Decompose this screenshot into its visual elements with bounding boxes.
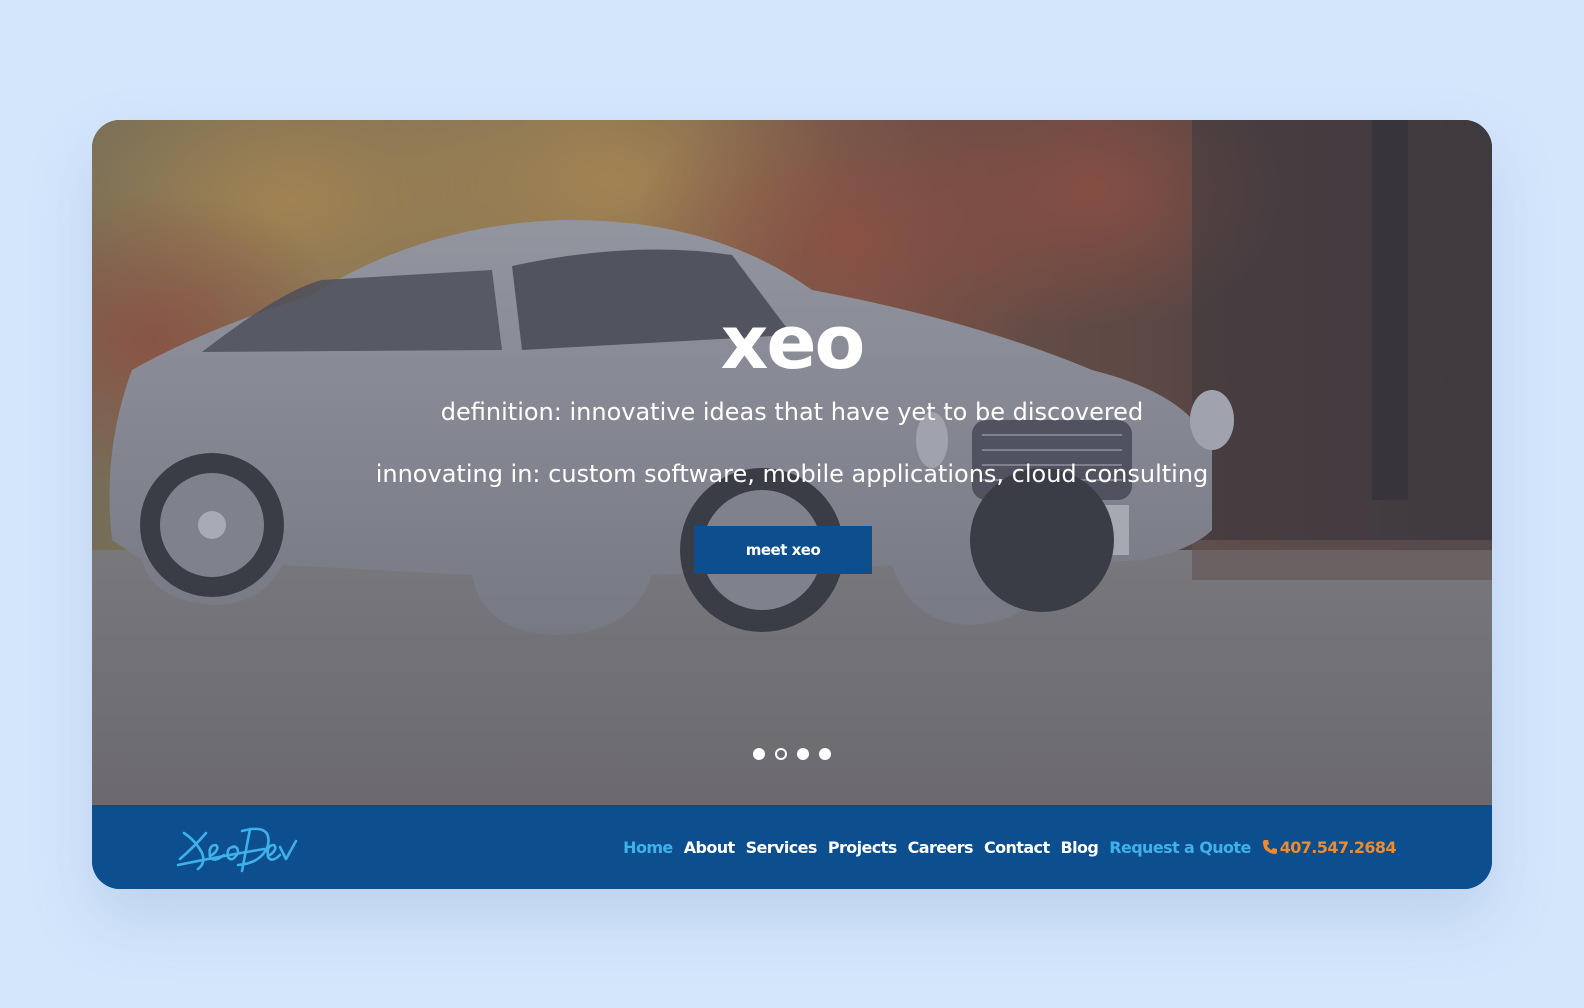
phone-number: 407.547.2684 (1279, 837, 1397, 857)
nav-blog[interactable]: Blog (1061, 838, 1099, 857)
nav-home[interactable]: Home (623, 838, 673, 857)
phone-icon (1262, 840, 1277, 854)
hero-definition-text: definition: innovative ideas that have y… (440, 398, 1144, 426)
main-nav: Home About Services Projects Careers Con… (623, 805, 1396, 889)
website-card: xeo definition: innovative ideas that ha… (92, 120, 1492, 889)
hero-innovating-text: innovating in: custom software, mobile a… (375, 460, 1209, 488)
hero-title: xeo (720, 300, 866, 386)
navbar: Home About Services Projects Careers Con… (92, 805, 1492, 889)
nav-contact[interactable]: Contact (984, 838, 1050, 857)
slide-dot-3[interactable] (797, 748, 809, 760)
slider-pagination (92, 748, 1492, 760)
xeodev-logo[interactable] (176, 819, 300, 879)
nav-projects[interactable]: Projects (828, 838, 897, 857)
hero-slider: xeo definition: innovative ideas that ha… (92, 120, 1492, 805)
xeodev-logo-icon (176, 827, 298, 873)
slide-dot-2[interactable] (775, 748, 787, 760)
nav-careers[interactable]: Careers (908, 838, 974, 857)
slide-dot-4[interactable] (819, 748, 831, 760)
request-quote-link[interactable]: Request a Quote (1109, 838, 1251, 857)
phone-link[interactable]: 407.547.2684 (1262, 837, 1397, 857)
nav-about[interactable]: About (684, 838, 735, 857)
nav-services[interactable]: Services (746, 838, 818, 857)
slide-dot-1[interactable] (753, 748, 765, 760)
meet-xeo-button[interactable]: meet xeo (694, 526, 872, 574)
